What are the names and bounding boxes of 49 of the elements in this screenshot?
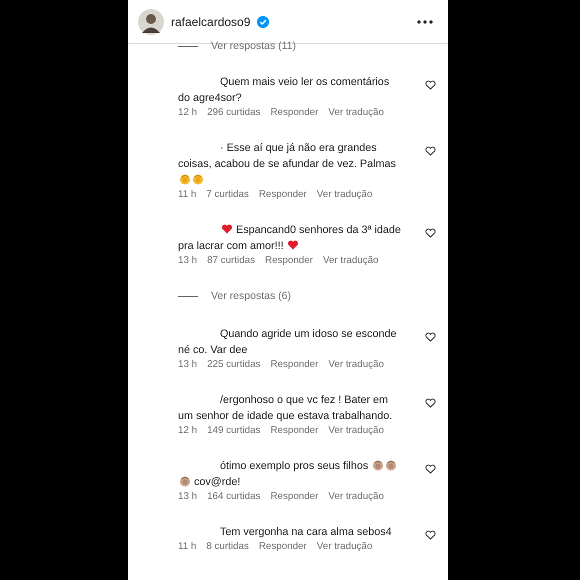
avatar	[138, 8, 164, 34]
comment-time: 12 h	[178, 107, 198, 118]
likes-count[interactable]: 87 curtidas	[207, 255, 256, 266]
reply-link[interactable]: Responder	[270, 107, 318, 118]
translate-link[interactable]: Ver tradução	[328, 491, 384, 502]
comment-time: 13 h	[178, 255, 198, 266]
view-replies-link[interactable]: Ver respostas (6)	[211, 290, 291, 302]
like-icon[interactable]	[425, 146, 436, 156]
translate-link[interactable]: Ver tradução	[328, 425, 384, 436]
username[interactable]: rafaelcardoso9	[171, 14, 250, 28]
comment-time: 11 h	[178, 189, 196, 200]
reply-link[interactable]: Responder	[270, 425, 318, 436]
comment-text: /ergonhoso o que vc fez ! Bater em um senhor de idade que estava trabalhando.	[178, 393, 394, 424]
likes-count[interactable]: 164 curtidas	[207, 491, 260, 502]
comment-time: 11 h	[178, 541, 196, 552]
more-options-icon	[417, 20, 433, 24]
heart-emoji-icon	[287, 239, 300, 251]
like-icon[interactable]	[425, 228, 436, 238]
likes-count[interactable]: 149 curtidas	[207, 425, 260, 436]
reply-link[interactable]: Responder	[258, 541, 307, 552]
comment-text: Espancand0 senhores da 3ª idade pra lacrar com amor!!!	[178, 222, 402, 254]
reply-link[interactable]: Responder	[265, 255, 313, 266]
comment-text: · Esse aí que já não era grandes coisas, acabou de se afundar de vez. Palmas	[178, 140, 417, 188]
like-icon[interactable]	[425, 398, 436, 408]
comment-time: 13 h	[178, 491, 198, 502]
comment-time: 13 h	[178, 359, 198, 370]
like-icon[interactable]	[425, 464, 436, 474]
like-icon[interactable]	[425, 332, 436, 342]
reply-link[interactable]: Responder	[258, 189, 307, 200]
view-replies-link[interactable]: Ver respostas (11)	[211, 40, 296, 52]
reply-link[interactable]: Responder	[270, 491, 318, 502]
likes-count[interactable]: 296 curtidas	[207, 107, 260, 118]
comment-text: Quando agride um idoso se esconde né co. Var dee	[178, 327, 398, 358]
comment-text: Tem vergonha na cara alma sebos4	[219, 525, 393, 540]
heart-emoji-icon	[220, 223, 232, 235]
likes-count[interactable]: 8 curtidas	[206, 541, 249, 552]
reply-link[interactable]: Responder	[270, 359, 318, 370]
comment-text: ótimo exemplo pros seus filhos cov@rde!	[178, 458, 417, 490]
comment-time: 12 h	[178, 425, 198, 436]
comment-text: Quem mais veio ler os comentários do agre4sor?	[178, 75, 390, 106]
translate-link[interactable]: Ver tradução	[316, 541, 372, 552]
translate-link[interactable]: Ver tradução	[328, 107, 384, 118]
translate-link[interactable]: Ver tradução	[322, 255, 379, 266]
translate-link[interactable]: Ver tradução	[328, 359, 384, 370]
like-icon[interactable]	[425, 80, 436, 90]
likes-count[interactable]: 7 curtidas	[206, 189, 249, 200]
translate-link[interactable]: Ver tradução	[316, 189, 372, 200]
like-icon[interactable]	[425, 530, 436, 540]
likes-count[interactable]: 225 curtidas	[207, 359, 260, 370]
